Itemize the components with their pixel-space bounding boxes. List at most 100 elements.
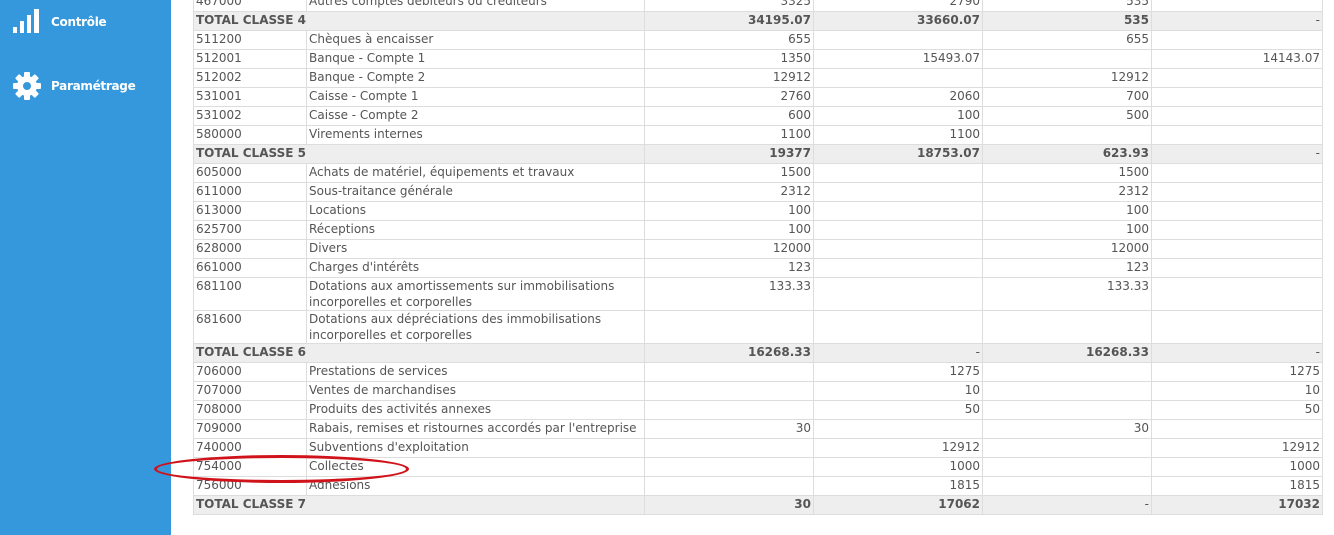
amount-cell-1: 100 [644, 201, 814, 221]
account-label: Banque - Compte 1 [306, 49, 645, 69]
amount-cell-2: 10 [813, 381, 983, 401]
amount-cell-3: 12000 [982, 239, 1152, 259]
amount-cell-2: 1000 [813, 457, 983, 477]
table-row: 756000 Adhésions 1815 1815 [193, 476, 1323, 496]
amount-cell-3: 16268.33 [982, 343, 1152, 363]
amount-cell-3 [982, 49, 1152, 69]
table-row: 754000 Collectes 1000 1000 [193, 457, 1323, 477]
account-label: Collectes [306, 457, 645, 477]
amount-cell-4: 1000 [1151, 457, 1323, 477]
amount-cell-2 [813, 277, 983, 311]
amount-cell-3: 100 [982, 201, 1152, 221]
amount-cell-4: 17032 [1151, 495, 1323, 515]
table-row: 511200 Chèques à encaisser 655 655 [193, 30, 1323, 50]
amount-cell-2: 18753.07 [813, 144, 983, 164]
amount-cell-1: 2760 [644, 87, 814, 107]
account-code: 580000 [193, 125, 307, 145]
amount-cell-4 [1151, 310, 1323, 344]
amount-cell-4: 1815 [1151, 476, 1323, 496]
table-row: 681600 Dotations aux dépréciations des im… [193, 310, 1323, 344]
amount-cell-4 [1151, 258, 1323, 278]
amount-cell-1: 16268.33 [644, 343, 814, 363]
amount-cell-3 [982, 125, 1152, 145]
table-row: 512001 Banque - Compte 1 1350 15493.07 14143… [193, 49, 1323, 69]
table-row: 708000 Produits des activités annexes 50 50 [193, 400, 1323, 420]
account-label: Ventes de marchandises [306, 381, 645, 401]
ledger-panel: 467000 Autres comptes débiteurs ou crédit… [193, 0, 1323, 535]
amount-cell-3: 535 [982, 11, 1152, 31]
amount-cell-1: 30 [644, 419, 814, 439]
amount-cell-4: 50 [1151, 400, 1323, 420]
bar-chart-icon [13, 9, 39, 33]
amount-cell-1: 2312 [644, 182, 814, 202]
sidebar-item-parametrage[interactable]: Paramétrage [0, 66, 171, 106]
amount-cell-4: 12912 [1151, 438, 1323, 458]
account-code: 681600 [193, 310, 307, 344]
account-label: Réceptions [306, 220, 645, 240]
amount-cell-3 [982, 457, 1152, 477]
amount-cell-1 [644, 476, 814, 496]
account-label: Adhésions [306, 476, 645, 496]
account-code: 467000 [193, 0, 307, 12]
amount-cell-3: 123 [982, 258, 1152, 278]
amount-cell-1: 123 [644, 258, 814, 278]
amount-cell-4: 14143.07 [1151, 49, 1323, 69]
account-label: Produits des activités annexes [306, 400, 645, 420]
amount-cell-3 [982, 381, 1152, 401]
amount-cell-3 [982, 438, 1152, 458]
amount-cell-1: 600 [644, 106, 814, 126]
amount-cell-4 [1151, 125, 1323, 145]
table-row: 512002 Banque - Compte 2 12912 12912 [193, 68, 1323, 88]
table-row: 467000 Autres comptes débiteurs ou crédit… [193, 0, 1323, 12]
ledger-body: 467000 Autres comptes débiteurs ou crédit… [193, 0, 1323, 515]
account-code: 512002 [193, 68, 307, 88]
sidebar-item-controle[interactable]: Contrôle [0, 2, 171, 42]
amount-cell-1 [644, 400, 814, 420]
amount-cell-4 [1151, 87, 1323, 107]
ledger-table: 467000 Autres comptes débiteurs ou crédit… [193, 0, 1323, 515]
account-label: Caisse - Compte 2 [306, 106, 645, 126]
amount-cell-2 [813, 182, 983, 202]
amount-cell-1: 12000 [644, 239, 814, 259]
account-code: 613000 [193, 201, 307, 221]
amount-cell-2: 50 [813, 400, 983, 420]
total-row: TOTAL CLASSE 7 30 17062-17032 [193, 495, 1323, 515]
amount-cell-2: 100 [813, 106, 983, 126]
account-code: 756000 [193, 476, 307, 496]
amount-cell-2 [813, 258, 983, 278]
amount-cell-4 [1151, 182, 1323, 202]
amount-cell-2: 2060 [813, 87, 983, 107]
account-code: 625700 [193, 220, 307, 240]
amount-cell-3: 655 [982, 30, 1152, 50]
account-code: 531002 [193, 106, 307, 126]
account-code: 709000 [193, 419, 307, 439]
account-label: Locations [306, 201, 645, 221]
account-label: Charges d'intérêts [306, 258, 645, 278]
account-code: 628000 [193, 239, 307, 259]
amount-cell-3 [982, 476, 1152, 496]
amount-cell-2: 2790 [813, 0, 983, 12]
account-code: 511200 [193, 30, 307, 50]
amount-cell-4 [1151, 277, 1323, 311]
amount-cell-2 [813, 201, 983, 221]
account-label: Autres comptes débiteurs ou créditeurs [306, 0, 645, 12]
account-code: 661000 [193, 258, 307, 278]
table-row: 605000 Achats de matériel, équipements et… [193, 163, 1323, 183]
amount-cell-4 [1151, 220, 1323, 240]
table-row: 531001 Caisse - Compte 1 2760 2060 700 [193, 87, 1323, 107]
total-row: TOTAL CLASSE 5 19377 18753.07 623.93- [193, 144, 1323, 164]
amount-cell-1: 1100 [644, 125, 814, 145]
amount-cell-1 [644, 438, 814, 458]
amount-cell-4 [1151, 419, 1323, 439]
amount-cell-1 [644, 362, 814, 382]
table-row: 709000 Rabais, remises et ristournes acco… [193, 419, 1323, 439]
amount-cell-2: 1275 [813, 362, 983, 382]
amount-cell-2: 33660.07 [813, 11, 983, 31]
amount-cell-2 [813, 310, 983, 344]
amount-cell-3: 133.33 [982, 277, 1152, 311]
amount-cell-3: 700 [982, 87, 1152, 107]
amount-cell-2 [813, 419, 983, 439]
account-code: 707000 [193, 381, 307, 401]
table-row: 611000 Sous-traitance générale 2312 2312 [193, 182, 1323, 202]
account-code: 605000 [193, 163, 307, 183]
